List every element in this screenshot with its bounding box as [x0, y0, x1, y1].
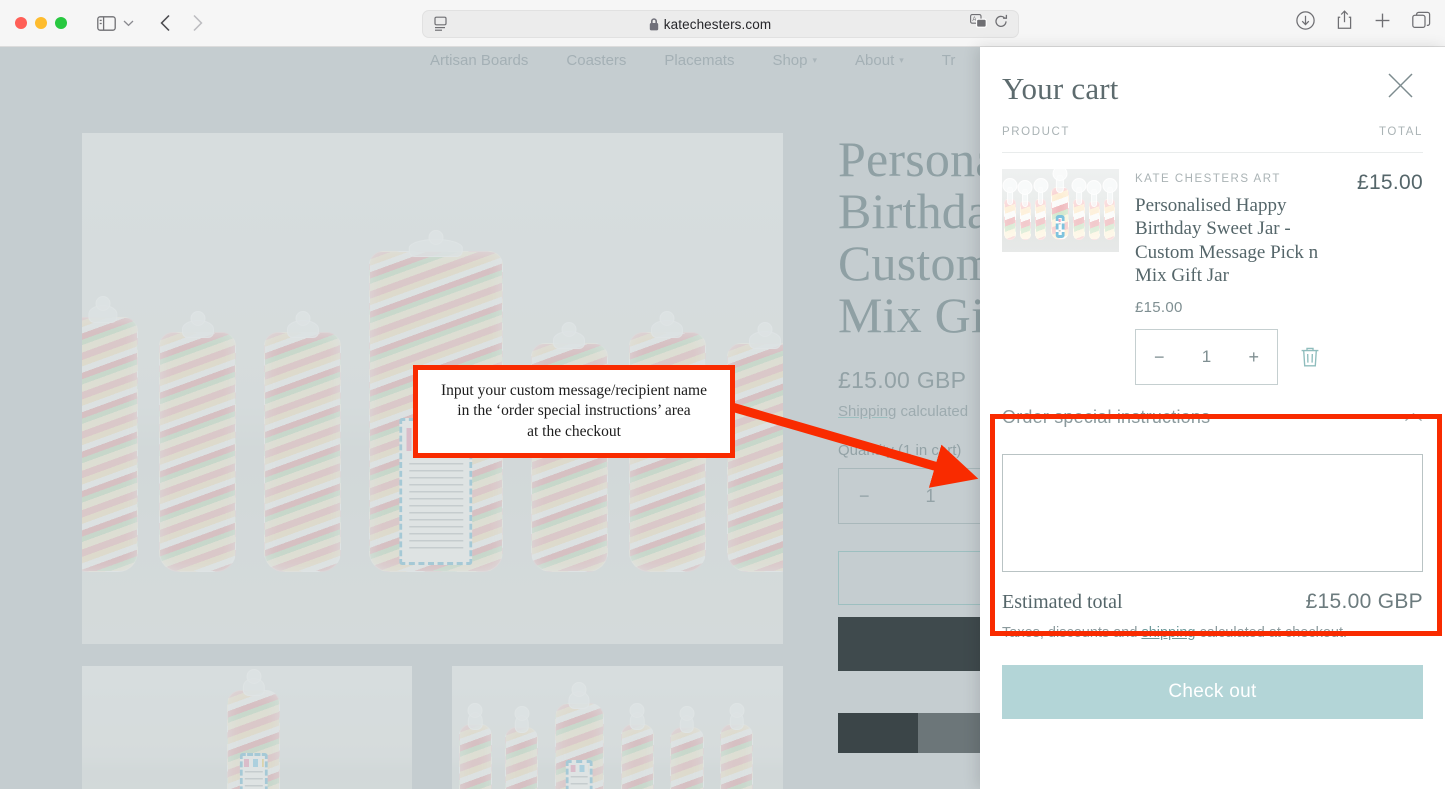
nav-item-artisan-boards[interactable]: Artisan Boards	[430, 52, 528, 69]
jar-label	[566, 759, 593, 789]
column-header-total: TOTAL	[1379, 126, 1423, 138]
quantity-value: 1	[925, 485, 936, 506]
estimated-total-row: Estimated total £15.00 GBP	[1002, 590, 1423, 614]
checkout-button[interactable]: Check out	[1002, 665, 1423, 720]
reload-icon[interactable]	[994, 14, 1008, 34]
shipping-link[interactable]: Shipping	[838, 403, 896, 420]
close-icon[interactable]	[1386, 71, 1415, 100]
cart-item-line-total: £15.00	[1356, 171, 1423, 194]
browser-toolbar: katechesters.com A	[0, 0, 1445, 47]
order-special-instructions-input[interactable]	[1002, 454, 1423, 573]
window-traffic-lights[interactable]	[15, 17, 67, 29]
cart-quantity-increase-button[interactable]: +	[1248, 348, 1259, 366]
cart-drawer: Your cart PRODUCT TOTAL KATE CHESTERS AR…	[980, 47, 1445, 789]
nav-label: Placemats	[664, 51, 735, 69]
cart-item-details: KATE CHESTERS ART Personalised Happy Bir…	[1135, 169, 1341, 386]
chevron-down-icon: ▾	[899, 54, 904, 65]
product-thumbnail-1[interactable]	[82, 666, 412, 789]
jar-label	[399, 417, 473, 566]
nav-label: Coasters	[566, 51, 627, 69]
sweet-jars-photo-row	[452, 666, 783, 789]
new-tab-icon[interactable]	[1374, 12, 1391, 34]
cart-header: Your cart	[980, 47, 1445, 107]
tab-overview-icon[interactable]	[1412, 11, 1431, 34]
nav-label: Artisan Boards	[430, 51, 529, 69]
cart-item-thumbnail[interactable]	[1002, 169, 1119, 252]
order-special-instructions-section: Order special instructions	[1002, 397, 1423, 577]
sweet-jar-photo-single	[82, 666, 412, 789]
back-arrow-icon[interactable]	[152, 10, 178, 36]
nav-label: Tr	[941, 51, 956, 69]
cart-quantity-stepper[interactable]: − 1 +	[1135, 329, 1278, 386]
translate-icon[interactable]: A	[970, 14, 987, 34]
estimated-total-value: £15.00 GBP	[1305, 590, 1423, 614]
nav-item-trade[interactable]: Tr	[942, 52, 956, 69]
chevron-up-icon[interactable]	[1404, 412, 1423, 424]
reader-view-icon[interactable]	[434, 16, 450, 32]
downloads-icon[interactable]	[1296, 10, 1315, 35]
nav-label: Shop	[772, 51, 808, 69]
sidebar-icon[interactable]	[93, 10, 119, 36]
jar-label	[239, 753, 268, 789]
shipping-suffix: calculated	[896, 403, 969, 420]
cart-title: Your cart	[1002, 71, 1119, 106]
toolbar-right-actions[interactable]	[1296, 10, 1431, 35]
url-text: katechesters.com	[663, 16, 772, 32]
estimated-total-label: Estimated total	[1002, 591, 1123, 614]
nav-item-about[interactable]: About ▾	[855, 52, 904, 69]
trash-icon[interactable]	[1300, 346, 1320, 368]
shipping-link[interactable]: shipping	[1141, 625, 1195, 641]
quantity-decrease-button[interactable]: −	[859, 486, 870, 507]
cart-column-headers: PRODUCT TOTAL	[980, 126, 1445, 138]
column-header-product: PRODUCT	[1002, 126, 1071, 138]
payment-icon	[838, 713, 918, 753]
svg-text:A: A	[972, 17, 976, 23]
forward-arrow-icon[interactable]	[184, 10, 210, 36]
cart-item-vendor: KATE CHESTERS ART	[1135, 173, 1281, 185]
lock-icon	[649, 17, 659, 31]
product-main-image[interactable]	[82, 133, 783, 644]
sweet-jars-photo	[82, 133, 783, 644]
tax-note-prefix: Taxes, discounts and	[1002, 625, 1142, 642]
tax-note: Taxes, discounts and shipping calculated…	[1002, 625, 1423, 641]
cart-item-title[interactable]: Personalised Happy Birthday Sweet Jar - …	[1135, 194, 1341, 287]
nav-item-placemats[interactable]: Placemats	[664, 52, 734, 69]
order-special-instructions-toggle[interactable]: Order special instructions	[1002, 397, 1423, 430]
minimize-window-button[interactable]	[35, 17, 47, 29]
share-icon[interactable]	[1336, 10, 1353, 35]
cart-line-item: KATE CHESTERS ART Personalised Happy Bir…	[980, 153, 1445, 386]
order-special-instructions-label: Order special instructions	[1002, 407, 1211, 428]
nav-label: About	[855, 51, 895, 69]
nav-item-coasters[interactable]: Coasters	[566, 52, 626, 69]
address-bar-content: katechesters.com	[450, 17, 970, 32]
cart-footer: Estimated total £15.00 GBP Taxes, discou…	[980, 577, 1445, 720]
nav-item-shop[interactable]: Shop ▾	[772, 52, 817, 69]
maximize-window-button[interactable]	[55, 17, 67, 29]
cart-quantity-value: 1	[1201, 347, 1212, 367]
tax-note-suffix: calculated at checkout.	[1195, 625, 1348, 642]
chevron-down-icon[interactable]	[120, 10, 136, 36]
product-thumbnail-2[interactable]	[452, 666, 783, 789]
sweet-jars-photo-thumb	[1002, 169, 1119, 252]
jar-label	[1055, 214, 1065, 239]
address-bar-actions[interactable]: A	[970, 14, 1008, 34]
cart-item-quantity-row: − 1 +	[1135, 329, 1341, 386]
cart-quantity-decrease-button[interactable]: −	[1154, 348, 1165, 366]
close-window-button[interactable]	[15, 17, 27, 29]
cart-item-unit-price: £15.00	[1135, 299, 1183, 317]
chevron-down-icon: ▾	[812, 54, 818, 65]
address-bar[interactable]: katechesters.com A	[422, 10, 1019, 38]
